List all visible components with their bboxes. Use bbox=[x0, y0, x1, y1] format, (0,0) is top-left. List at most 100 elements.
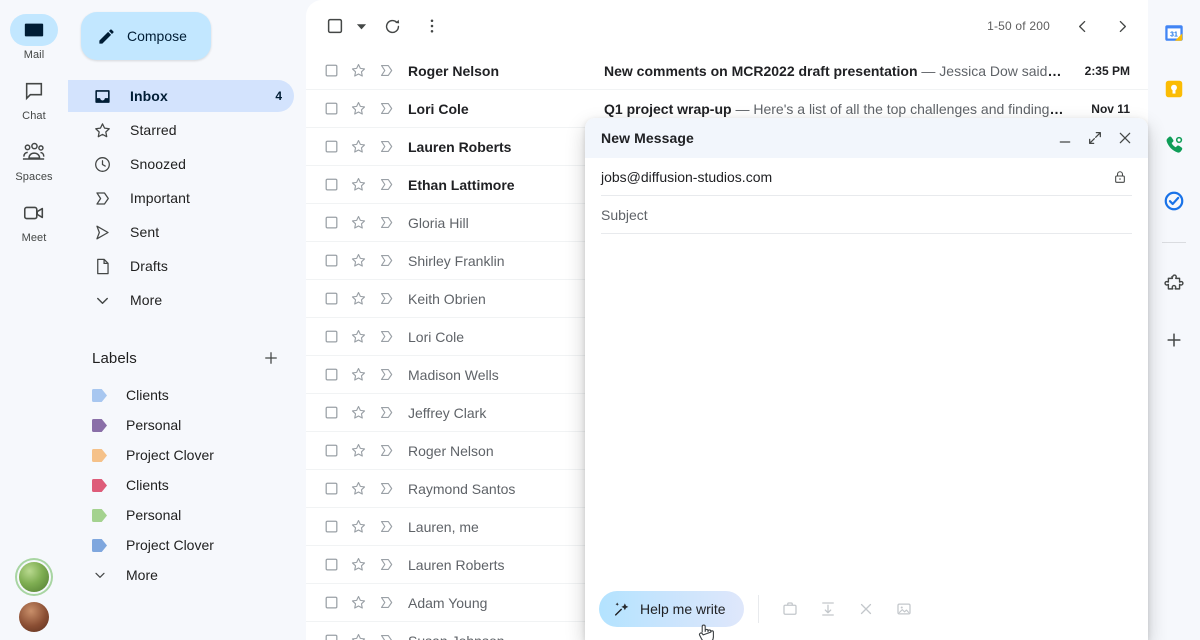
important-icon[interactable] bbox=[378, 328, 408, 345]
sidebar-item-drafts[interactable]: Drafts bbox=[68, 250, 294, 282]
star-icon[interactable] bbox=[350, 252, 378, 269]
compose-button[interactable]: Compose bbox=[81, 12, 211, 60]
label-item-clients-red[interactable]: Clients bbox=[68, 470, 294, 500]
insert-icon[interactable] bbox=[811, 592, 845, 626]
row-checkbox[interactable] bbox=[324, 481, 350, 496]
important-icon[interactable] bbox=[378, 404, 408, 421]
label-text: Personal bbox=[126, 507, 182, 523]
row-checkbox[interactable] bbox=[324, 253, 350, 268]
star-icon[interactable] bbox=[350, 100, 378, 117]
star-icon[interactable] bbox=[350, 62, 378, 79]
important-icon[interactable] bbox=[378, 556, 408, 573]
avatar-account[interactable] bbox=[19, 602, 49, 632]
star-icon[interactable] bbox=[350, 518, 378, 535]
star-icon[interactable] bbox=[350, 138, 378, 155]
row-checkbox[interactable] bbox=[324, 405, 350, 420]
avatar-status-active[interactable] bbox=[19, 562, 49, 592]
important-icon[interactable] bbox=[378, 138, 408, 155]
rail-item-chat[interactable]: Chat bbox=[6, 75, 62, 122]
minimize-icon[interactable] bbox=[1050, 123, 1080, 153]
important-icon[interactable] bbox=[378, 480, 408, 497]
star-icon[interactable] bbox=[350, 556, 378, 573]
star-icon[interactable] bbox=[350, 328, 378, 345]
rail-item-mail[interactable]: Mail bbox=[6, 14, 62, 61]
row-checkbox[interactable] bbox=[324, 63, 350, 78]
mail-subject: New comments on MCR2022 draft presentati… bbox=[604, 63, 1080, 79]
label-item-project-clover-blue[interactable]: Project Clover bbox=[68, 530, 294, 560]
star-icon[interactable] bbox=[350, 632, 378, 640]
label-item-project-clover-orange[interactable]: Project Clover bbox=[68, 440, 294, 470]
row-checkbox[interactable] bbox=[324, 101, 350, 116]
star-icon[interactable] bbox=[350, 404, 378, 421]
important-icon[interactable] bbox=[378, 214, 408, 231]
star-icon[interactable] bbox=[350, 366, 378, 383]
plus-icon[interactable] bbox=[262, 349, 294, 367]
row-checkbox[interactable] bbox=[324, 633, 350, 640]
row-checkbox[interactable] bbox=[324, 519, 350, 534]
important-icon[interactable] bbox=[378, 518, 408, 535]
mail-row[interactable]: Roger Nelson New comments on MCR2022 draf… bbox=[306, 52, 1148, 90]
labels-more-item[interactable]: More bbox=[68, 560, 294, 590]
close-icon[interactable] bbox=[1110, 123, 1140, 153]
help-me-write-button[interactable]: Help me write bbox=[599, 591, 744, 627]
label-item-clients-blue[interactable]: Clients bbox=[68, 380, 294, 410]
label-item-personal-green[interactable]: Personal bbox=[68, 500, 294, 530]
sidebar-item-snoozed[interactable]: Snoozed bbox=[68, 148, 294, 180]
expand-icon[interactable] bbox=[1080, 123, 1110, 153]
important-icon[interactable] bbox=[378, 442, 408, 459]
compose-body-editor[interactable] bbox=[585, 234, 1148, 578]
row-checkbox[interactable] bbox=[324, 139, 350, 154]
tasks-icon[interactable] bbox=[1157, 184, 1191, 218]
rail-item-spaces[interactable]: Spaces bbox=[6, 136, 62, 183]
sidebar-item-important[interactable]: Important bbox=[68, 182, 294, 214]
sidebar-item-inbox[interactable]: Inbox 4 bbox=[68, 80, 294, 112]
row-checkbox[interactable] bbox=[324, 177, 350, 192]
refresh-button[interactable] bbox=[374, 8, 410, 44]
important-icon[interactable] bbox=[378, 632, 408, 640]
row-checkbox[interactable] bbox=[324, 329, 350, 344]
caret-down-icon[interactable] bbox=[352, 8, 370, 44]
star-icon[interactable] bbox=[350, 480, 378, 497]
row-checkbox[interactable] bbox=[324, 557, 350, 572]
sidebar-item-more[interactable]: More bbox=[68, 284, 294, 316]
star-icon[interactable] bbox=[350, 176, 378, 193]
next-page-button[interactable] bbox=[1104, 8, 1140, 44]
attach-icon[interactable] bbox=[773, 592, 807, 626]
compose-to-field[interactable]: jobs@diffusion-studios.com bbox=[601, 158, 1132, 196]
row-checkbox[interactable] bbox=[324, 291, 350, 306]
calendar-icon[interactable]: 31 bbox=[1157, 16, 1191, 50]
row-checkbox[interactable] bbox=[324, 443, 350, 458]
star-icon[interactable] bbox=[350, 214, 378, 231]
rail-item-meet[interactable]: Meet bbox=[6, 197, 62, 244]
lock-icon[interactable] bbox=[1108, 169, 1132, 185]
important-icon[interactable] bbox=[378, 290, 408, 307]
add-side-panel-button[interactable] bbox=[1157, 323, 1191, 357]
label-item-personal-purple[interactable]: Personal bbox=[68, 410, 294, 440]
important-icon[interactable] bbox=[378, 62, 408, 79]
contacts-icon[interactable] bbox=[1157, 128, 1191, 162]
star-icon[interactable] bbox=[350, 442, 378, 459]
sidebar-item-starred[interactable]: Starred bbox=[68, 114, 294, 146]
important-icon[interactable] bbox=[378, 252, 408, 269]
row-checkbox[interactable] bbox=[324, 215, 350, 230]
row-checkbox[interactable] bbox=[324, 367, 350, 382]
keep-icon[interactable] bbox=[1157, 72, 1191, 106]
star-icon[interactable] bbox=[350, 594, 378, 611]
compose-window-header[interactable]: New Message bbox=[585, 118, 1148, 158]
sidebar-item-sent[interactable]: Sent bbox=[68, 216, 294, 248]
mail-subject: Q1 project wrap-up — Here's a list of al… bbox=[604, 101, 1080, 117]
important-icon[interactable] bbox=[378, 594, 408, 611]
more-options-button[interactable] bbox=[414, 8, 450, 44]
important-icon[interactable] bbox=[378, 100, 408, 117]
chevron-down-icon bbox=[92, 569, 108, 582]
compose-subject-field[interactable]: Subject bbox=[601, 196, 1132, 234]
important-icon[interactable] bbox=[378, 176, 408, 193]
important-icon[interactable] bbox=[378, 366, 408, 383]
image-icon[interactable] bbox=[887, 592, 921, 626]
row-checkbox[interactable] bbox=[324, 595, 350, 610]
previous-page-button[interactable] bbox=[1064, 8, 1100, 44]
format-clear-icon[interactable] bbox=[849, 592, 883, 626]
puzzle-icon[interactable] bbox=[1157, 267, 1191, 301]
select-all-checkbox[interactable] bbox=[322, 8, 348, 44]
star-icon[interactable] bbox=[350, 290, 378, 307]
